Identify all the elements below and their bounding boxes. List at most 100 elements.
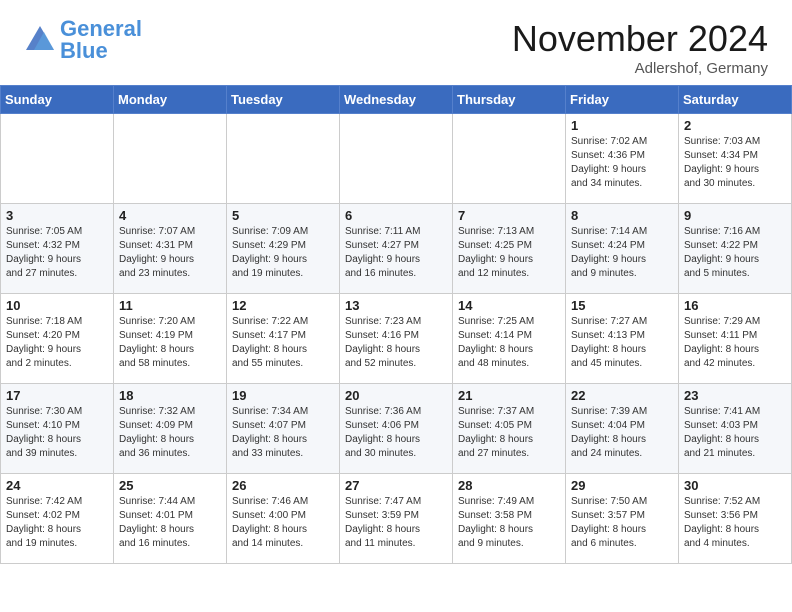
day-info: Sunrise: 7:44 AMSunset: 4:01 PMDaylight:…	[119, 495, 221, 551]
day-info: Sunrise: 7:37 AMSunset: 4:05 PMDaylight:…	[458, 405, 560, 461]
day-info: Sunrise: 7:30 AMSunset: 4:10 PMDaylight:…	[6, 405, 108, 461]
calendar-cell: 16 Sunrise: 7:29 AMSunset: 4:11 PMDayligh…	[679, 294, 792, 384]
day-number: 27	[345, 478, 447, 493]
logo-text: General Blue	[60, 18, 142, 62]
calendar-cell: 6 Sunrise: 7:11 AMSunset: 4:27 PMDaylight…	[340, 204, 453, 294]
weekday-header-sunday: Sunday	[1, 86, 114, 114]
day-number: 26	[232, 478, 334, 493]
header: General Blue November 2024 Adlershof, Ge…	[0, 0, 792, 85]
weekday-header-thursday: Thursday	[453, 86, 566, 114]
calendar-cell: 30 Sunrise: 7:52 AMSunset: 3:56 PMDayligh…	[679, 474, 792, 564]
calendar-cell: 27 Sunrise: 7:47 AMSunset: 3:59 PMDayligh…	[340, 474, 453, 564]
day-number: 24	[6, 478, 108, 493]
day-number: 7	[458, 208, 560, 223]
day-number: 18	[119, 388, 221, 403]
calendar-cell: 28 Sunrise: 7:49 AMSunset: 3:58 PMDayligh…	[453, 474, 566, 564]
logo: General Blue	[24, 18, 142, 62]
day-info: Sunrise: 7:03 AMSunset: 4:34 PMDaylight:…	[684, 135, 786, 191]
day-info: Sunrise: 7:39 AMSunset: 4:04 PMDaylight:…	[571, 405, 673, 461]
day-info: Sunrise: 7:18 AMSunset: 4:20 PMDaylight:…	[6, 315, 108, 371]
day-number: 3	[6, 208, 108, 223]
day-info: Sunrise: 7:25 AMSunset: 4:14 PMDaylight:…	[458, 315, 560, 371]
day-info: Sunrise: 7:50 AMSunset: 3:57 PMDaylight:…	[571, 495, 673, 551]
day-number: 6	[345, 208, 447, 223]
day-number: 1	[571, 118, 673, 133]
calendar-cell: 1Sunrise: 7:02 AMSunset: 4:36 PMDaylight…	[566, 114, 679, 204]
calendar-cell: 19 Sunrise: 7:34 AMSunset: 4:07 PMDayligh…	[227, 384, 340, 474]
title-block: November 2024 Adlershof, Germany	[512, 18, 768, 77]
day-info: Sunrise: 7:46 AMSunset: 4:00 PMDaylight:…	[232, 495, 334, 551]
day-number: 8	[571, 208, 673, 223]
day-number: 11	[119, 298, 221, 313]
day-number: 10	[6, 298, 108, 313]
day-number: 15	[571, 298, 673, 313]
logo-icon	[24, 24, 56, 56]
day-info: Sunrise: 7:22 AMSunset: 4:17 PMDaylight:…	[232, 315, 334, 371]
calendar-cell: 29 Sunrise: 7:50 AMSunset: 3:57 PMDayligh…	[566, 474, 679, 564]
calendar-cell: 24 Sunrise: 7:42 AMSunset: 4:02 PMDayligh…	[1, 474, 114, 564]
day-number: 28	[458, 478, 560, 493]
calendar-cell: 12 Sunrise: 7:22 AMSunset: 4:17 PMDayligh…	[227, 294, 340, 384]
calendar-cell: 3 Sunrise: 7:05 AMSunset: 4:32 PMDaylight…	[1, 204, 114, 294]
day-info: Sunrise: 7:11 AMSunset: 4:27 PMDaylight:…	[345, 225, 447, 281]
calendar-cell: 13 Sunrise: 7:23 AMSunset: 4:16 PMDayligh…	[340, 294, 453, 384]
day-info: Sunrise: 7:27 AMSunset: 4:13 PMDaylight:…	[571, 315, 673, 371]
calendar-cell	[340, 114, 453, 204]
day-number: 19	[232, 388, 334, 403]
day-number: 23	[684, 388, 786, 403]
day-info: Sunrise: 7:41 AMSunset: 4:03 PMDaylight:…	[684, 405, 786, 461]
calendar-cell: 9 Sunrise: 7:16 AMSunset: 4:22 PMDaylight…	[679, 204, 792, 294]
day-number: 13	[345, 298, 447, 313]
calendar-cell	[227, 114, 340, 204]
day-info: Sunrise: 7:32 AMSunset: 4:09 PMDaylight:…	[119, 405, 221, 461]
calendar-cell: 17 Sunrise: 7:30 AMSunset: 4:10 PMDayligh…	[1, 384, 114, 474]
calendar-cell: 20 Sunrise: 7:36 AMSunset: 4:06 PMDayligh…	[340, 384, 453, 474]
day-info: Sunrise: 7:29 AMSunset: 4:11 PMDaylight:…	[684, 315, 786, 371]
day-number: 25	[119, 478, 221, 493]
day-info: Sunrise: 7:49 AMSunset: 3:58 PMDaylight:…	[458, 495, 560, 551]
day-info: Sunrise: 7:42 AMSunset: 4:02 PMDaylight:…	[6, 495, 108, 551]
calendar-cell	[114, 114, 227, 204]
day-info: Sunrise: 7:36 AMSunset: 4:06 PMDaylight:…	[345, 405, 447, 461]
day-number: 14	[458, 298, 560, 313]
calendar-cell: 7Sunrise: 7:13 AMSunset: 4:25 PMDaylight…	[453, 204, 566, 294]
calendar-cell: 8 Sunrise: 7:14 AMSunset: 4:24 PMDaylight…	[566, 204, 679, 294]
day-number: 2	[684, 118, 786, 133]
calendar-cell: 25 Sunrise: 7:44 AMSunset: 4:01 PMDayligh…	[114, 474, 227, 564]
calendar: SundayMondayTuesdayWednesdayThursdayFrid…	[0, 85, 792, 564]
calendar-cell: 5Sunrise: 7:09 AMSunset: 4:29 PMDaylight…	[227, 204, 340, 294]
calendar-cell: 21 Sunrise: 7:37 AMSunset: 4:05 PMDayligh…	[453, 384, 566, 474]
day-number: 21	[458, 388, 560, 403]
calendar-cell: 23 Sunrise: 7:41 AMSunset: 4:03 PMDayligh…	[679, 384, 792, 474]
day-number: 22	[571, 388, 673, 403]
day-info: Sunrise: 7:16 AMSunset: 4:22 PMDaylight:…	[684, 225, 786, 281]
weekday-header-monday: Monday	[114, 86, 227, 114]
day-info: Sunrise: 7:52 AMSunset: 3:56 PMDaylight:…	[684, 495, 786, 551]
weekday-header-friday: Friday	[566, 86, 679, 114]
weekday-header-saturday: Saturday	[679, 86, 792, 114]
day-info: Sunrise: 7:23 AMSunset: 4:16 PMDaylight:…	[345, 315, 447, 371]
day-number: 5	[232, 208, 334, 223]
month-title: November 2024	[512, 18, 768, 60]
day-info: Sunrise: 7:34 AMSunset: 4:07 PMDaylight:…	[232, 405, 334, 461]
calendar-cell: 15 Sunrise: 7:27 AMSunset: 4:13 PMDayligh…	[566, 294, 679, 384]
day-number: 12	[232, 298, 334, 313]
calendar-cell: 14 Sunrise: 7:25 AMSunset: 4:14 PMDayligh…	[453, 294, 566, 384]
weekday-header-wednesday: Wednesday	[340, 86, 453, 114]
day-info: Sunrise: 7:47 AMSunset: 3:59 PMDaylight:…	[345, 495, 447, 551]
day-number: 9	[684, 208, 786, 223]
day-number: 30	[684, 478, 786, 493]
day-number: 17	[6, 388, 108, 403]
day-info: Sunrise: 7:14 AMSunset: 4:24 PMDaylight:…	[571, 225, 673, 281]
day-number: 29	[571, 478, 673, 493]
calendar-cell: 2 Sunrise: 7:03 AMSunset: 4:34 PMDaylight…	[679, 114, 792, 204]
logo-blue: Blue	[60, 38, 108, 63]
day-number: 4	[119, 208, 221, 223]
calendar-cell	[453, 114, 566, 204]
day-number: 20	[345, 388, 447, 403]
calendar-cell: 22 Sunrise: 7:39 AMSunset: 4:04 PMDayligh…	[566, 384, 679, 474]
day-info: Sunrise: 7:05 AMSunset: 4:32 PMDaylight:…	[6, 225, 108, 281]
day-number: 16	[684, 298, 786, 313]
calendar-cell: 18 Sunrise: 7:32 AMSunset: 4:09 PMDayligh…	[114, 384, 227, 474]
calendar-cell: 26 Sunrise: 7:46 AMSunset: 4:00 PMDayligh…	[227, 474, 340, 564]
